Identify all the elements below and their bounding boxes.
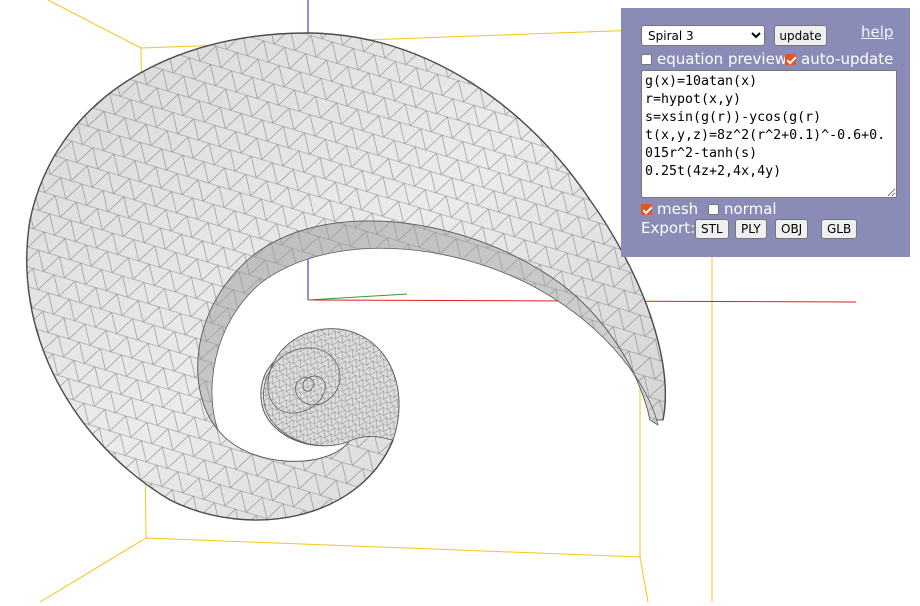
mesh-toggle[interactable]: mesh <box>641 200 698 218</box>
y-axis <box>307 293 408 301</box>
equation-preview-checkbox[interactable] <box>641 53 652 65</box>
export-glb-button[interactable]: GLB <box>821 219 858 239</box>
spiral-surface-mesh <box>26 32 667 521</box>
normal-toggle[interactable]: normal <box>708 200 777 218</box>
equation-editor[interactable]: g(x)=10atan(x) r=hypot(x,y) s=xsin(g(r))… <box>641 70 897 198</box>
normal-label: normal <box>724 200 777 218</box>
auto-update-label: auto-update <box>801 50 894 68</box>
export-obj-button[interactable]: OBJ <box>775 219 809 239</box>
control-panel: Spiral 3 update help equation preview au… <box>621 8 910 257</box>
equation-preview-toggle[interactable]: equation preview <box>641 50 787 68</box>
equation-preview-label: equation preview <box>657 50 788 68</box>
mesh-checkbox[interactable] <box>641 203 652 215</box>
export-stl-button[interactable]: STL <box>695 219 729 239</box>
preset-select[interactable]: Spiral 3 <box>641 25 765 46</box>
export-label: Export: <box>641 219 696 237</box>
auto-update-checkbox[interactable] <box>785 53 796 65</box>
auto-update-toggle[interactable]: auto-update <box>785 50 893 68</box>
mesh-label: mesh <box>657 200 699 218</box>
update-button[interactable]: update <box>774 25 827 46</box>
help-link[interactable]: help <box>861 23 893 41</box>
export-ply-button[interactable]: PLY <box>735 219 767 239</box>
normal-checkbox[interactable] <box>708 203 719 215</box>
